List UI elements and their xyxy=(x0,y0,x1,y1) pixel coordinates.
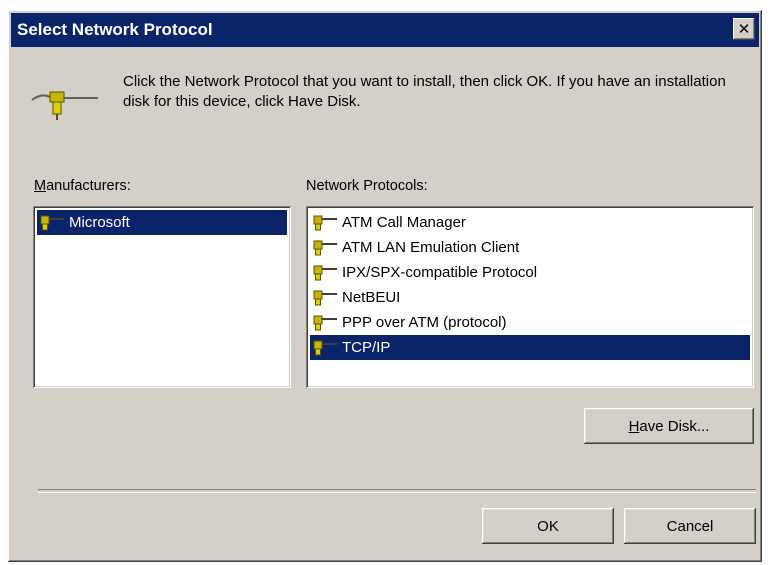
cancel-label: Cancel xyxy=(666,517,714,535)
ok-label: OK xyxy=(537,517,559,535)
manufacturers-list[interactable]: Microsoft xyxy=(33,206,291,388)
list-item-label: Microsoft xyxy=(69,214,130,231)
close-icon: ✕ xyxy=(737,21,751,38)
list-item[interactable]: TCP/IP xyxy=(310,335,750,360)
list-item[interactable]: PPP over ATM (protocol) xyxy=(310,310,750,335)
title-bar[interactable]: Select Network Protocol ✕ xyxy=(11,13,759,47)
have-disk-label: ave Disk... xyxy=(639,417,710,435)
instructions-text: Click the Network Protocol that you want… xyxy=(123,73,726,110)
manufacturers-label-hotkey: M xyxy=(34,178,47,194)
manufacturers-label-rest: anufacturers: xyxy=(46,178,131,194)
list-item[interactable]: NetBEUI xyxy=(310,285,750,310)
dialog-title: Select Network Protocol xyxy=(17,20,213,39)
protocol-plug-icon xyxy=(312,288,342,308)
list-item[interactable]: Microsoft xyxy=(37,210,287,235)
network-protocol-icon xyxy=(30,82,100,127)
cancel-button[interactable]: Cancel xyxy=(624,508,756,544)
select-network-protocol-dialog: Select Network Protocol ✕ Click the Netw… xyxy=(8,10,762,562)
close-button[interactable]: ✕ xyxy=(733,18,755,40)
ok-button[interactable]: OK xyxy=(482,508,614,544)
list-item-label: ATM Call Manager xyxy=(342,214,466,231)
network-protocols-list[interactable]: ATM Call Manager ATM LAN Emulation Client… xyxy=(306,206,754,388)
have-disk-button[interactable]: Have Disk... xyxy=(584,408,754,444)
list-item[interactable]: ATM Call Manager xyxy=(310,210,750,235)
protocol-plug-icon xyxy=(39,213,69,233)
list-item[interactable]: ATM LAN Emulation Client xyxy=(310,235,750,260)
manufacturers-label: Manufacturers: xyxy=(34,178,131,194)
list-item-label: TCP/IP xyxy=(342,339,391,356)
have-disk-hotkey: H xyxy=(628,417,640,435)
protocol-plug-icon xyxy=(312,338,342,358)
network-protocols-label: Network Protocols: xyxy=(306,178,428,194)
list-item-label: IPX/SPX-compatible Protocol xyxy=(342,264,538,281)
protocol-plug-icon xyxy=(312,313,342,333)
list-item[interactable]: IPX/SPX-compatible Protocol xyxy=(310,260,750,285)
protocol-plug-icon xyxy=(312,238,342,258)
list-item-label: NetBEUI xyxy=(342,289,401,306)
list-item-label: PPP over ATM (protocol) xyxy=(342,314,507,331)
list-item-label: ATM LAN Emulation Client xyxy=(342,239,520,256)
dialog-separator xyxy=(38,489,756,493)
protocol-plug-icon xyxy=(312,213,342,233)
protocol-plug-icon xyxy=(312,263,342,283)
